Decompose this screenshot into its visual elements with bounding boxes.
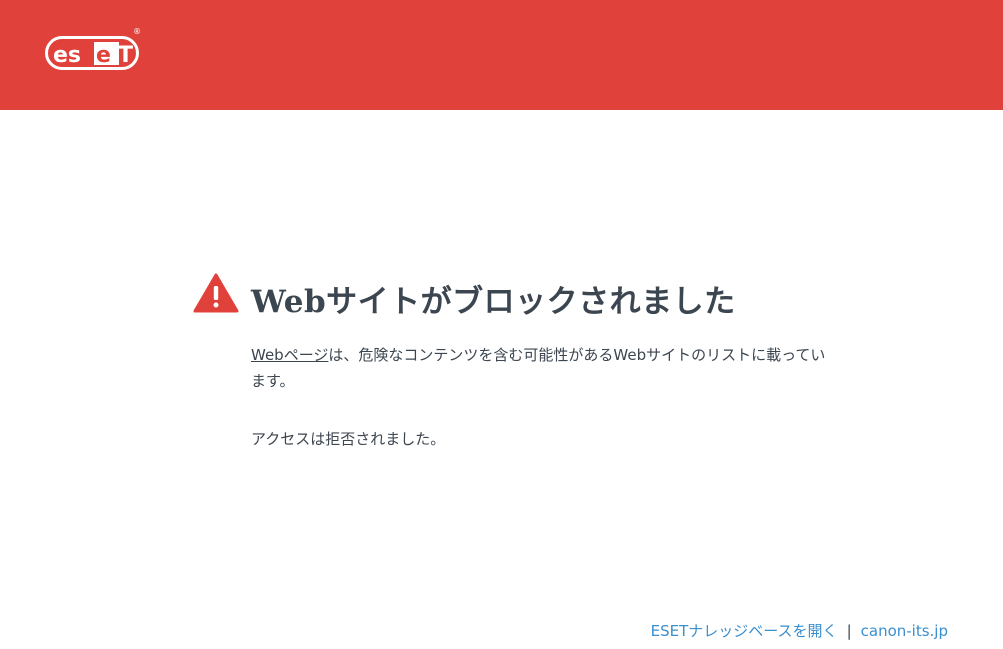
warning-triangle-icon: [193, 273, 239, 313]
description-text: は、危険なコンテンツを含む可能性があるWebサイトのリストに載っています。: [251, 346, 826, 390]
access-denied-text: アクセスは拒否されました。: [251, 430, 446, 448]
canon-its-link[interactable]: canon-its.jp: [861, 622, 948, 640]
header-bar: es e T ®: [0, 0, 1003, 110]
webpage-link[interactable]: Webページ: [251, 346, 328, 364]
page-title: Webサイトがブロックされました: [251, 284, 736, 320]
footer: ESETナレッジベースを開く | canon-its.jp: [651, 620, 948, 641]
block-description: Webページは、危険なコンテンツを含む可能性があるWebサイトのリストに載ってい…: [251, 342, 826, 394]
eset-logo: es e T ®: [45, 27, 141, 76]
knowledge-base-link[interactable]: ESETナレッジベースを開く: [651, 622, 838, 640]
footer-separator: |: [846, 622, 852, 640]
svg-text:e: e: [96, 43, 111, 68]
svg-text:es: es: [53, 43, 81, 68]
svg-text:T: T: [118, 43, 133, 68]
